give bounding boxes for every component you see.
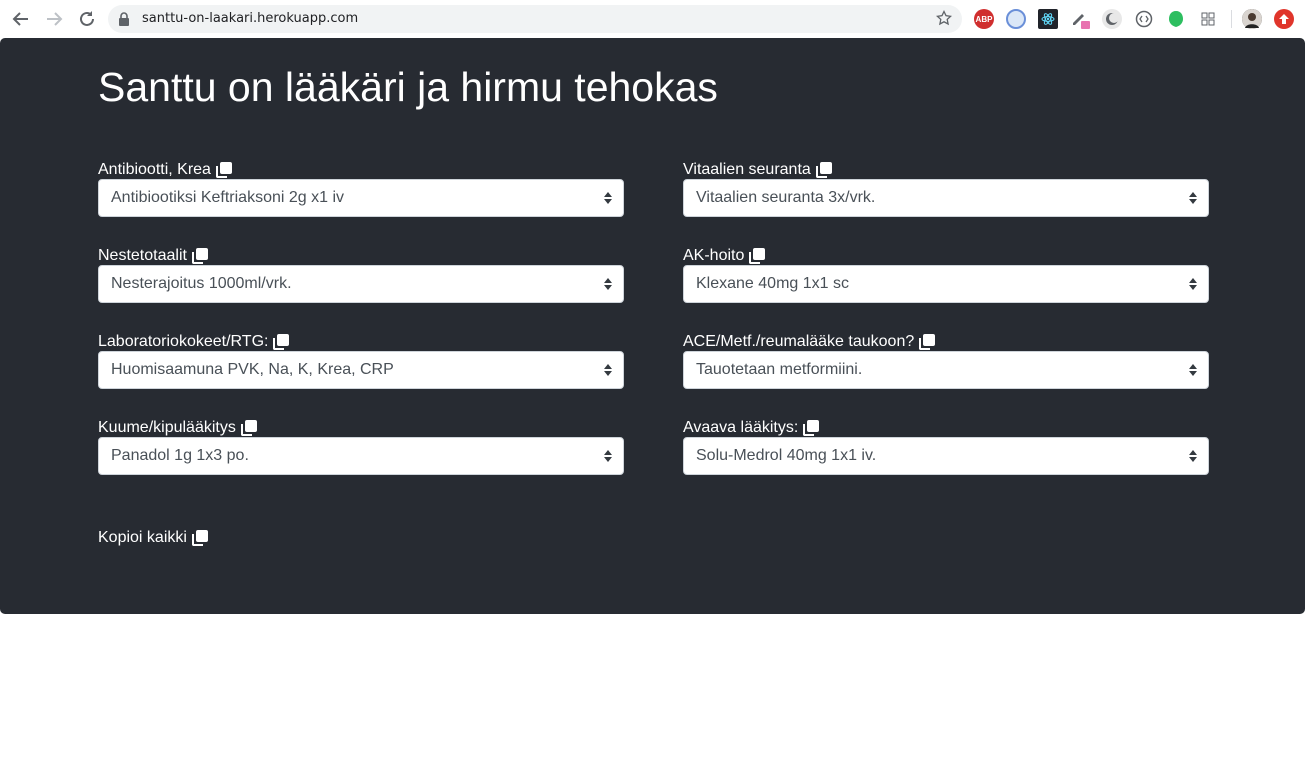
bookmark-star-icon[interactable] — [936, 10, 952, 26]
adblock-extension-icon[interactable]: ABP — [974, 9, 994, 29]
copy-icon[interactable] — [803, 420, 820, 436]
copy-all-button[interactable]: Kopioi kaikki — [98, 527, 208, 549]
dark-mode-extension-icon[interactable] — [1102, 9, 1122, 29]
field-label: Antibiootti, Krea — [98, 159, 232, 181]
reload-button[interactable] — [76, 8, 98, 30]
sort-caret-icon — [1189, 192, 1197, 204]
avatar — [1242, 9, 1262, 29]
sort-caret-icon — [1189, 450, 1197, 462]
page-title: Santtu on lääkäri ja hirmu tehokas — [98, 64, 718, 110]
copy-all-label: Kopioi kaikki — [98, 529, 187, 546]
reload-icon — [80, 11, 94, 26]
arrow-up-icon — [1279, 14, 1289, 24]
copy-icon[interactable] — [815, 162, 832, 178]
copy-icon[interactable] — [273, 334, 290, 350]
react-atom-icon — [1041, 13, 1055, 25]
lock-icon — [119, 12, 129, 26]
option-select[interactable]: Huomisaamuna PVK, Na, K, Krea, CRP — [98, 351, 624, 389]
option-select[interactable]: Nesterajoitus 1000ml/vrk. — [98, 265, 624, 303]
copy-icon[interactable] — [215, 162, 232, 178]
profile-avatar-icon[interactable] — [1242, 9, 1262, 29]
extensions-menu-icon[interactable] — [1198, 9, 1218, 29]
field-label: Nestetotaalit — [98, 245, 208, 267]
sort-caret-icon — [1189, 364, 1197, 376]
option-select[interactable]: Klexane 40mg 1x1 sc — [683, 265, 1209, 303]
select-value: Antibiootiksi Keftriaksoni 2g x1 iv — [111, 189, 344, 206]
field-label-text: Antibiootti, Krea — [98, 161, 211, 178]
field-label-text: Avaava lääkitys: — [683, 419, 799, 436]
sort-caret-icon — [604, 364, 612, 376]
select-value: Vitaalien seuranta 3x/vrk. — [696, 189, 876, 206]
copy-icon[interactable] — [191, 248, 208, 264]
moon-icon — [1106, 13, 1119, 25]
select-value: Huomisaamuna PVK, Na, K, Krea, CRP — [111, 361, 394, 378]
field-label-text: AK-hoito — [683, 247, 745, 264]
field-label-text: Laboratoriokokeet/RTG: — [98, 333, 269, 350]
eyedropper-icon — [1073, 14, 1090, 29]
option-select[interactable]: Vitaalien seuranta 3x/vrk. — [683, 179, 1209, 217]
circle-code-icon — [1135, 10, 1153, 28]
copy-icon[interactable] — [749, 248, 766, 264]
sort-caret-icon — [604, 278, 612, 290]
field-label: Kuume/kipulääkitys — [98, 417, 257, 439]
address-bar[interactable]: santtu-on-laakari.herokuapp.com — [108, 5, 962, 33]
field-label-text: ACE/Metf./reumalääke taukoon? — [683, 333, 915, 350]
copy-icon[interactable] — [240, 420, 257, 436]
sort-caret-icon — [1189, 278, 1197, 290]
field-label-text: Kuume/kipulääkitys — [98, 419, 236, 436]
field-label: AK-hoito — [683, 245, 766, 267]
arrow-right-icon — [47, 12, 63, 26]
option-select[interactable]: Panadol 1g 1x3 po. — [98, 437, 624, 475]
select-value: Nesterajoitus 1000ml/vrk. — [111, 275, 292, 292]
adblock-label: ABP — [975, 14, 993, 24]
select-value: Panadol 1g 1x3 po. — [111, 447, 249, 464]
field-label: Vitaalien seuranta — [683, 159, 832, 181]
field-label-text: Vitaalien seuranta — [683, 161, 811, 178]
forward-button[interactable] — [43, 8, 65, 30]
sort-caret-icon — [604, 450, 612, 462]
copy-icon[interactable] — [919, 334, 936, 350]
toolbar-divider — [1231, 10, 1232, 28]
browser-toolbar: santtu-on-laakari.herokuapp.com ABP — [0, 0, 1305, 38]
react-devtools-icon[interactable] — [1038, 9, 1058, 29]
option-select[interactable]: Tauotetaan metformiini. — [683, 351, 1209, 389]
leaf-icon — [1169, 11, 1183, 27]
field-label: Avaava lääkitys: — [683, 417, 820, 439]
select-value: Klexane 40mg 1x1 sc — [696, 275, 849, 292]
copy-icon — [191, 530, 208, 546]
option-select[interactable]: Solu-Medrol 40mg 1x1 iv. — [683, 437, 1209, 475]
color-picker-extension-icon[interactable] — [1070, 9, 1090, 29]
url-text: santtu-on-laakari.herokuapp.com — [142, 11, 359, 26]
code-extension-icon[interactable] — [1134, 9, 1154, 29]
grid-icon — [1201, 12, 1215, 26]
extension-icon[interactable] — [1006, 9, 1026, 29]
select-value: Solu-Medrol 40mg 1x1 iv. — [696, 447, 877, 464]
update-menu-icon[interactable] — [1274, 9, 1294, 29]
arrow-left-icon — [12, 12, 28, 26]
field-label: Laboratoriokokeet/RTG: — [98, 331, 290, 353]
select-value: Tauotetaan metformiini. — [696, 361, 863, 378]
field-label: ACE/Metf./reumalääke taukoon? — [683, 331, 936, 353]
evernote-extension-icon[interactable] — [1166, 9, 1186, 29]
back-button[interactable] — [10, 8, 32, 30]
field-label-text: Nestetotaalit — [98, 247, 187, 264]
option-select[interactable]: Antibiootiksi Keftriaksoni 2g x1 iv — [98, 179, 624, 217]
sort-caret-icon — [604, 192, 612, 204]
